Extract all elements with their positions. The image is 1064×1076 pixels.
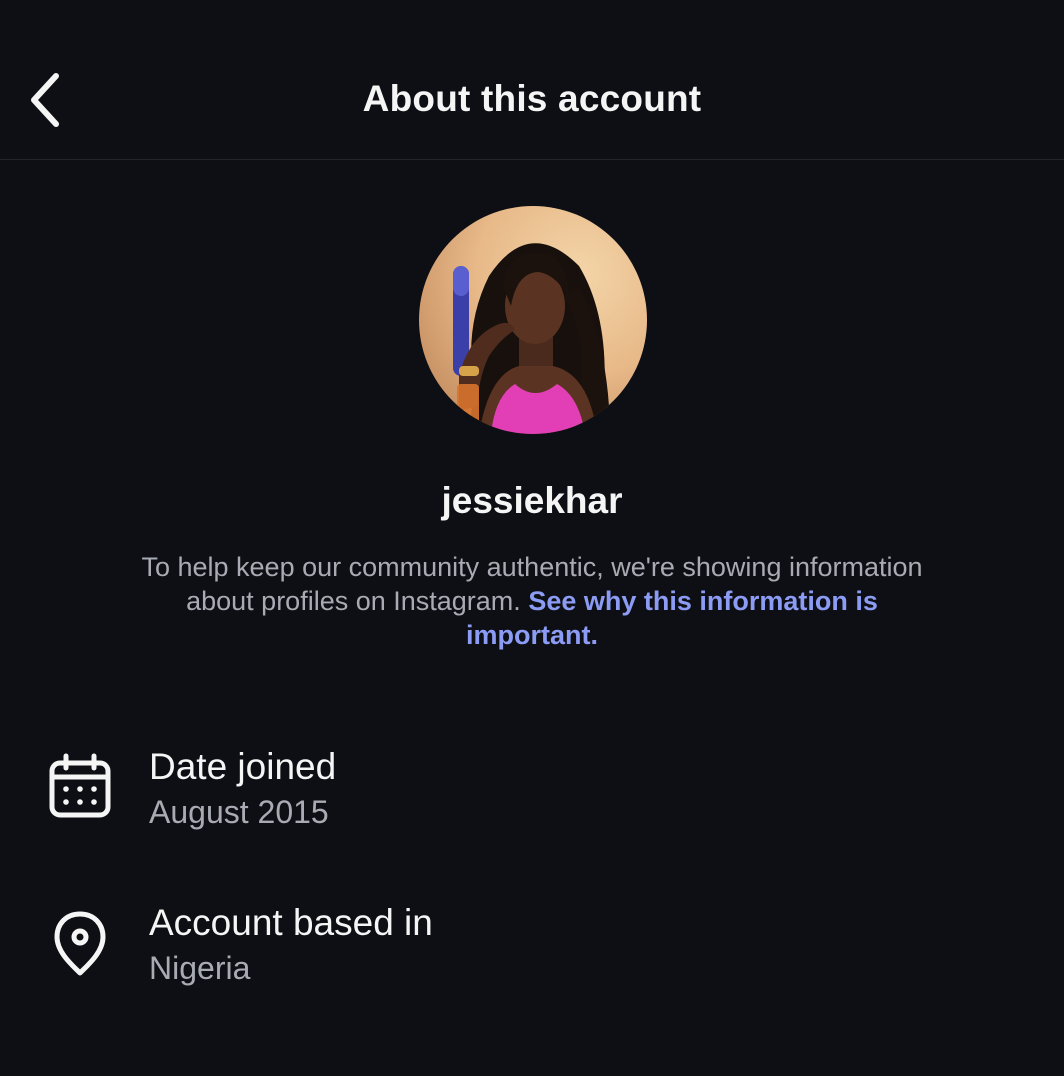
username: jessiekhar <box>441 480 623 521</box>
header-bar: About this account <box>0 0 1064 160</box>
profile-photo <box>453 243 609 434</box>
date-joined-value: August 2015 <box>149 794 329 830</box>
authenticity-notice: To help keep our community authentic, we… <box>140 550 924 652</box>
calendar-icon <box>44 750 116 822</box>
location-pin-icon <box>44 908 116 980</box>
account-based-in-label: Account based in <box>149 902 433 943</box>
see-why-link[interactable]: See why this information is important. <box>466 586 878 650</box>
page-title: About this account <box>362 78 702 119</box>
date-joined-label: Date joined <box>149 746 337 787</box>
avatar <box>419 206 647 434</box>
account-based-in-value: Nigeria <box>149 950 251 986</box>
